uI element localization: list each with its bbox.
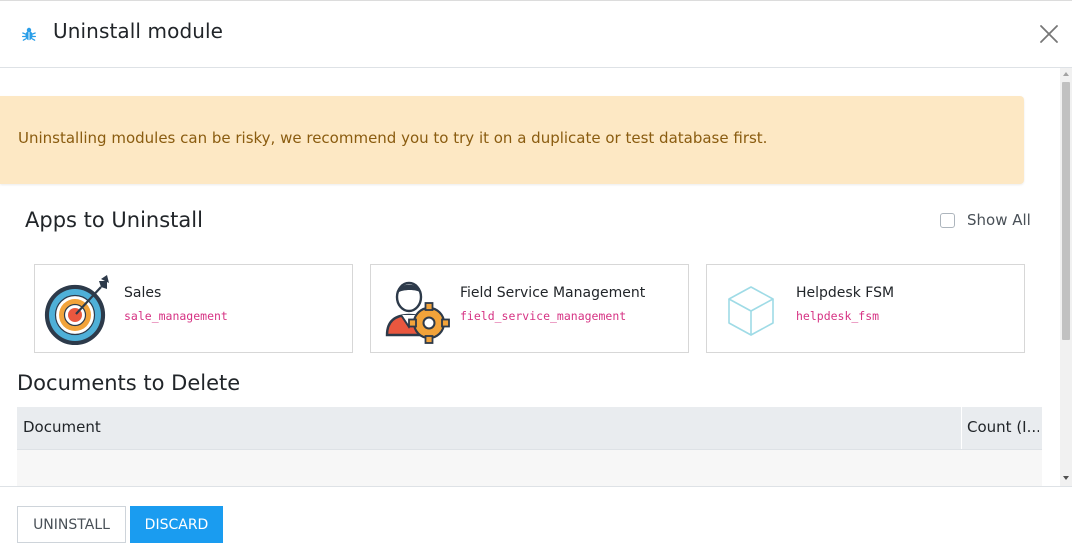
uninstall-button[interactable]: Uninstall (17, 506, 126, 543)
warning-text: Uninstalling modules can be risky, we re… (18, 129, 768, 147)
show-all-label: Show All (967, 211, 1031, 229)
documents-table: Document Count (I... (17, 407, 1042, 486)
app-name: Sales (124, 285, 162, 301)
close-icon[interactable] (1038, 23, 1060, 45)
column-divider (961, 407, 962, 449)
dialog-footer: Uninstall Discard (0, 486, 1072, 557)
show-all-toggle[interactable]: Show All (940, 210, 1031, 230)
scrollbar-thumb[interactable] (1062, 82, 1070, 340)
app-card-field-service: Field Service Management field_service_m… (370, 264, 689, 353)
dialog-header: Uninstall module (0, 1, 1072, 68)
column-header-count[interactable]: Count (I... (967, 418, 1039, 436)
cube-icon (728, 286, 774, 336)
app-card-helpdesk-fsm: Helpdesk FSM helpdesk_fsm (706, 264, 1025, 353)
dialog-body: Uninstalling modules can be risky, we re… (0, 68, 1072, 486)
scroll-down-icon[interactable] (1063, 476, 1069, 480)
vertical-scrollbar[interactable] (1060, 68, 1072, 486)
documents-section-title: Documents to Delete (17, 371, 241, 395)
discard-button[interactable]: Discard (130, 506, 223, 543)
table-header: Document Count (I... (17, 407, 1042, 450)
app-technical-name: helpdesk_fsm (796, 309, 880, 323)
show-all-checkbox[interactable] (940, 212, 955, 228)
app-name: Field Service Management (460, 285, 646, 301)
app-technical-name: sale_management (124, 309, 228, 323)
apps-section-title: Apps to Uninstall (25, 208, 203, 232)
dialog-title: Uninstall module (53, 19, 224, 43)
technician-gear-icon (385, 281, 450, 344)
app-name: Helpdesk FSM (796, 285, 895, 301)
scroll-up-icon[interactable] (1063, 72, 1069, 76)
target-icon (44, 275, 109, 345)
app-technical-name: field_service_management (460, 309, 627, 323)
table-row (17, 450, 1042, 486)
column-header-document[interactable]: Document (23, 418, 101, 436)
app-card-sales: Sales sale_management (34, 264, 353, 353)
warning-alert: Uninstalling modules can be risky, we re… (0, 96, 1024, 184)
bug-icon (22, 27, 36, 41)
